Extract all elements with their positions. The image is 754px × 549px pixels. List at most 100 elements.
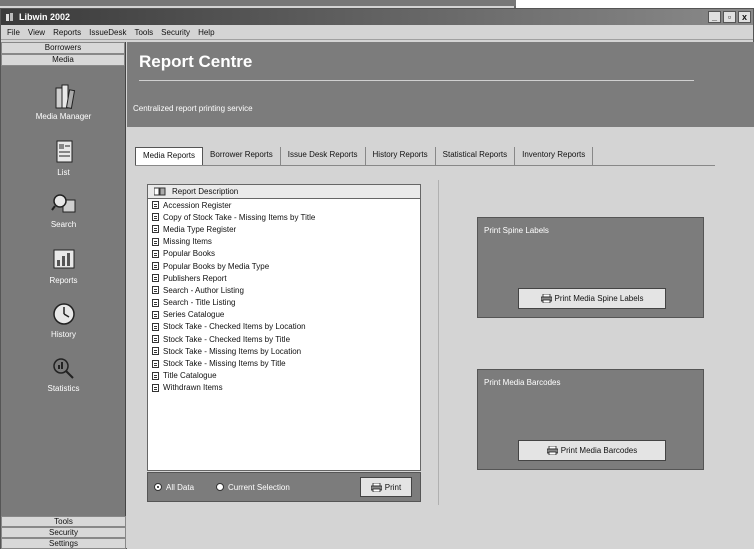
menu-issuedesk[interactable]: IssueDesk [85,28,130,37]
report-tabs: Media Reports Borrower Reports Issue Des… [135,147,594,165]
document-icon [152,359,159,368]
list-item[interactable]: Search - Author Listing [148,284,420,296]
menu-view[interactable]: View [24,28,49,37]
menu-reports[interactable]: Reports [49,28,85,37]
document-icon [152,274,159,283]
list-item[interactable]: Stock Take - Checked Items by Location [148,321,420,333]
list-item[interactable]: Accession Register [148,199,420,211]
list-item[interactable]: Copy of Stock Take - Missing Items by Ti… [148,211,420,223]
page-title: Report Centre [139,52,253,71]
list-item[interactable]: Popular Books [148,248,420,260]
list-icon [56,140,72,163]
header-banner: Report Centre Centralized report printin… [127,42,754,127]
document-icon [152,262,159,271]
sidebar-item-reports[interactable]: Reports [1,246,126,285]
list-item[interactable]: Publishers Report [148,272,420,284]
sidebar-item-label: Statistics [47,384,80,393]
list-item-label: Search - Author Listing [163,285,244,295]
list-item[interactable]: Stock Take - Checked Items by Title [148,333,420,345]
printer-icon [370,482,382,492]
tab-media-reports[interactable]: Media Reports [135,147,204,165]
tab-statistical-reports[interactable]: Statistical Reports [436,147,516,165]
list-item[interactable]: Stock Take - Missing Items by Location [148,345,420,357]
books-icon [55,84,75,109]
document-icon [152,383,159,392]
sidebar-item-media-manager[interactable]: Media Manager [1,82,126,121]
menu-file[interactable]: File [3,28,24,37]
tab-inventory-reports[interactable]: Inventory Reports [515,147,594,165]
sidebar-group-tools[interactable]: Tools [1,516,126,527]
app-icon [6,13,13,21]
report-list-header[interactable]: Report Description [148,185,420,199]
current-selection-label: Current Selection [228,482,290,492]
sidebar-item-search[interactable]: Search [1,190,126,229]
list-item-label: Accession Register [163,200,232,210]
menu-help[interactable]: Help [194,28,218,37]
media-barcodes-title: Print Media Barcodes [484,378,561,387]
tab-issue-desk-reports[interactable]: Issue Desk Reports [281,147,366,165]
reports-icon [53,249,74,269]
document-icon [152,225,159,234]
print-spine-labels-label: Print Media Spine Labels [554,294,644,303]
tab-history-reports[interactable]: History Reports [366,147,436,165]
report-list-items: Accession Register Copy of Stock Take - … [148,199,420,394]
list-item-label: Stock Take - Missing Items by Title [163,359,286,369]
document-icon [152,371,159,380]
current-selection-radio[interactable] [216,483,225,491]
maximize-button[interactable]: ▫ [723,11,736,23]
menu-tools[interactable]: Tools [130,28,157,37]
column-header-icon [154,187,166,196]
list-item-label: Popular Books [163,249,216,259]
search-icon [50,194,75,213]
minimize-button[interactable]: _ [708,11,721,23]
sidebar-item-label: Search [50,220,77,229]
document-icon [152,286,159,295]
list-item-label: Title Catalogue [163,371,217,381]
sidebar-group-borrowers[interactable]: Borrowers [1,42,125,54]
sidebar-group-media[interactable]: Media [1,54,125,66]
list-item-label: Publishers Report [163,273,227,283]
list-item-label: Search - Title Listing [163,298,236,308]
sidebar-group-security[interactable]: Security [1,527,126,538]
list-item[interactable]: Withdrawn Items [148,382,420,394]
header-divider [139,80,694,81]
history-icon [52,303,75,325]
media-barcodes-panel: Print Media Barcodes Print Media Barcode… [477,369,704,470]
title-bar: Libwin 2002 _ ▫ x [1,9,753,25]
sidebar-item-statistics[interactable]: Statistics [1,354,126,393]
tab-borrower-reports[interactable]: Borrower Reports [203,147,281,165]
list-item[interactable]: Search - Title Listing [148,297,420,309]
list-item[interactable]: Stock Take - Missing Items by Title [148,357,420,369]
list-item[interactable]: Popular Books by Media Type [148,260,420,272]
sidebar-item-list[interactable]: List [1,138,126,177]
document-icon [152,201,159,210]
list-item-label: Series Catalogue [163,310,225,320]
all-data-radio[interactable] [154,483,162,491]
sidebar-bottom-groups: Tools Security Settings [1,516,126,549]
print-button[interactable]: Print [360,477,412,497]
print-media-barcodes-button[interactable]: Print Media Barcodes [518,440,666,461]
document-icon [152,347,159,356]
menu-bar: File View Reports IssueDesk Tools Securi… [1,25,753,40]
document-icon [152,335,159,344]
document-icon [152,298,159,307]
list-item[interactable]: Series Catalogue [148,309,420,321]
sidebar-item-history[interactable]: History [1,300,126,339]
menu-security[interactable]: Security [157,28,194,37]
document-icon [152,213,159,222]
list-item[interactable]: Missing Items [148,236,420,248]
print-button-label: Print [384,482,402,492]
close-button[interactable]: x [738,11,751,23]
list-item-label: Popular Books by Media Type [163,261,270,271]
list-item[interactable]: Media Type Register [148,223,420,235]
list-item-label: Stock Take - Checked Items by Title [163,334,291,344]
sidebar-group-settings[interactable]: Settings [1,538,126,549]
list-item-label: Withdrawn Items [163,383,223,393]
list-item[interactable]: Title Catalogue [148,370,420,382]
report-list-header-label: Report Description [172,187,239,196]
document-icon [152,249,159,258]
tab-divider [135,165,715,166]
print-spine-labels-button[interactable]: Print Media Spine Labels [518,288,666,309]
page-subtitle: Centralized report printing service [133,104,253,113]
spine-labels-title: Print Spine Labels [484,226,549,235]
